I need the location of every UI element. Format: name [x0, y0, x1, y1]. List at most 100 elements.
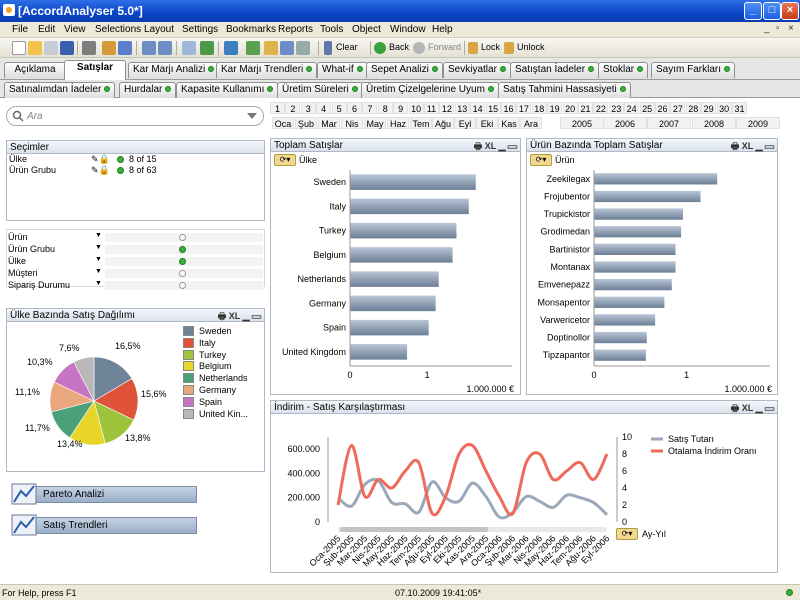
dropdown-arrow-icon[interactable]: ▼	[95, 232, 102, 239]
month-cell[interactable]: Oca	[272, 117, 294, 129]
tab-sayim-farklari[interactable]: Sayım Farkları	[651, 62, 736, 78]
show-icon[interactable]	[200, 41, 214, 55]
tab-sevkiyatlar[interactable]: Sevkiyatlar	[443, 62, 511, 78]
clear-selection-icon[interactable]: ✎🔒	[91, 165, 110, 176]
month-cell[interactable]: Ağu	[432, 117, 454, 129]
tools-icon[interactable]	[246, 41, 260, 55]
cycle-dimension-icon[interactable]: ⟳▾	[274, 154, 296, 166]
day-cell[interactable]: 16	[501, 102, 516, 114]
tab-satislar[interactable]: Satışlar	[64, 60, 126, 80]
properties-icon[interactable]	[118, 41, 132, 55]
find-icon[interactable]	[182, 41, 196, 55]
day-cell[interactable]: 31	[732, 102, 747, 114]
month-cell[interactable]: Haz	[387, 117, 409, 129]
mdi-close-icon[interactable]: ×	[788, 23, 794, 34]
cycle-dimension-icon[interactable]: ⟳▾	[530, 154, 552, 166]
edit-script-icon[interactable]	[102, 41, 116, 55]
month-cell[interactable]: Kas	[498, 117, 520, 129]
day-cell[interactable]: 3	[300, 102, 316, 114]
dropdown-arrow-icon[interactable]: ▼	[95, 244, 102, 251]
tab-hurdalar[interactable]: Hurdalar	[119, 82, 177, 98]
help-icon[interactable]	[296, 41, 310, 55]
info-icon[interactable]	[280, 41, 294, 55]
day-cell[interactable]: 24	[624, 102, 640, 114]
forward-icon[interactable]	[413, 42, 425, 54]
undo-icon[interactable]	[142, 41, 156, 55]
back-icon[interactable]	[374, 42, 386, 54]
chevron-down-icon[interactable]	[247, 113, 257, 121]
unlock-button[interactable]: Unlock	[517, 42, 545, 52]
month-cell[interactable]: May	[364, 117, 386, 129]
search-input[interactable]: Ara	[27, 111, 43, 122]
save-icon[interactable]	[60, 41, 74, 55]
menu-settings[interactable]: Settings	[182, 24, 218, 35]
menu-view[interactable]: View	[64, 24, 86, 35]
back-button[interactable]: Back	[389, 42, 409, 52]
year-cell[interactable]: 2008	[692, 117, 736, 129]
day-cell[interactable]: 10	[408, 102, 424, 114]
day-cell[interactable]: 8	[377, 102, 393, 114]
tab-satinalimdan-iadeler[interactable]: Satınalımdan İadeler	[4, 82, 116, 98]
redo-icon[interactable]	[158, 41, 172, 55]
chart-header-icons[interactable]: 🖶 XL ▁ ▭	[218, 309, 261, 325]
menu-edit[interactable]: Edit	[38, 24, 55, 35]
day-cell[interactable]: 27	[670, 102, 686, 114]
month-cell[interactable]: Ara	[520, 117, 542, 129]
year-cell[interactable]: 2007	[647, 117, 691, 129]
dropdown-arrow-icon[interactable]: ▼	[95, 256, 102, 263]
menu-object[interactable]: Object	[352, 24, 381, 35]
month-cell[interactable]: Eyl	[454, 117, 476, 129]
month-cell[interactable]: Eki	[476, 117, 498, 129]
menu-bookmarks[interactable]: Bookmarks	[226, 24, 276, 35]
day-cell[interactable]: 23	[608, 102, 624, 114]
day-cell[interactable]: 15	[485, 102, 501, 114]
forward-button[interactable]: Forward	[428, 42, 461, 52]
day-cell[interactable]: 28	[685, 102, 701, 114]
menu-file[interactable]: File	[12, 24, 28, 35]
day-cell[interactable]: 30	[716, 102, 732, 114]
cycle-dimension-icon[interactable]: ⟳▾	[616, 528, 638, 540]
day-cell[interactable]: 7	[362, 102, 378, 114]
maximize-button[interactable]: □	[763, 2, 781, 20]
menu-tools[interactable]: Tools	[320, 24, 343, 35]
day-cell[interactable]: 25	[639, 102, 655, 114]
tab-uretim-sureleri[interactable]: Üretim Süreleri	[277, 82, 363, 98]
day-cell[interactable]: 1	[270, 102, 285, 114]
unlock-icon[interactable]	[504, 42, 514, 54]
sales-trends-button[interactable]: Satış Trendleri	[11, 514, 197, 536]
clear-icon[interactable]	[324, 41, 332, 55]
year-cell[interactable]: 2006	[603, 117, 647, 129]
tab-kar-marji-analizi[interactable]: Kar Marjı Analizi	[128, 62, 220, 78]
tab-kapasite-kullanimi[interactable]: Kapasite Kullanımı	[176, 82, 279, 98]
chart-header-icons[interactable]: 🖶 XL ▁ ▭	[731, 139, 774, 155]
tab-uretim-cizelgeleri[interactable]: Üretim Çizelgelerine Uyum	[361, 82, 499, 98]
day-cell[interactable]: 13	[454, 102, 470, 114]
day-cell[interactable]: 12	[439, 102, 455, 114]
month-cell[interactable]: Şub	[295, 117, 317, 129]
tab-kar-marji-trendleri[interactable]: Kar Marjı Trendleri	[216, 62, 318, 78]
new-icon[interactable]	[12, 41, 26, 55]
dropdown-arrow-icon[interactable]: ▼	[95, 280, 102, 287]
day-cell[interactable]: 6	[347, 102, 362, 114]
day-cell[interactable]: 14	[470, 102, 486, 114]
day-cell[interactable]: 11	[424, 102, 439, 114]
year-cell[interactable]: 2005	[560, 117, 604, 129]
close-button[interactable]: ×	[781, 2, 799, 20]
tab-satis-tahmini[interactable]: Satış Tahmini Hassasiyeti	[498, 82, 631, 98]
dropdown-arrow-icon[interactable]: ▼	[95, 268, 102, 275]
lock-icon[interactable]	[468, 42, 478, 54]
day-cell[interactable]: 26	[655, 102, 670, 114]
chart-header-icons[interactable]: 🖶 XL ▁ ▭	[474, 139, 517, 155]
day-cell[interactable]: 5	[331, 102, 347, 114]
day-cell[interactable]: 17	[516, 102, 532, 114]
day-cell[interactable]: 22	[593, 102, 609, 114]
menu-help[interactable]: Help	[432, 24, 453, 35]
pareto-analysis-button[interactable]: Pareto Analizi	[11, 483, 197, 505]
month-cell[interactable]: Tem	[410, 117, 432, 129]
menu-window[interactable]: Window	[390, 24, 426, 35]
day-cell[interactable]: 29	[701, 102, 717, 114]
menu-selections[interactable]: Selections	[95, 24, 141, 35]
menu-layout[interactable]: Layout	[144, 24, 174, 35]
favorites-icon[interactable]	[264, 41, 278, 55]
day-cell[interactable]: 2	[285, 102, 301, 114]
